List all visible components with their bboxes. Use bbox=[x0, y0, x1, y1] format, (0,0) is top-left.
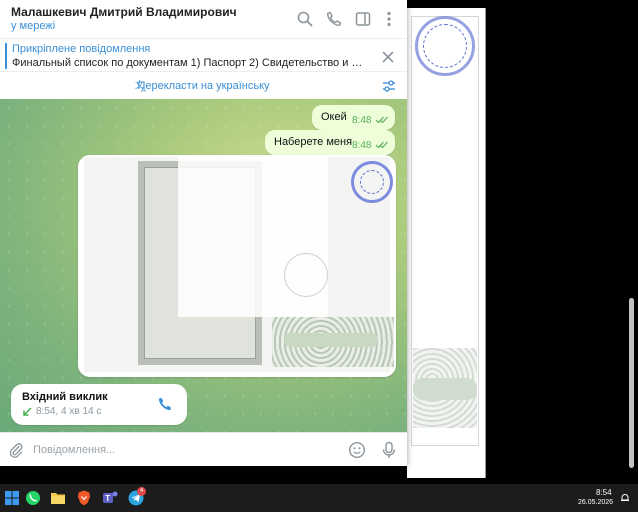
file-explorer-icon[interactable] bbox=[49, 489, 67, 507]
call-details: 8:54, 4 хв 14 с bbox=[36, 406, 102, 417]
clock-date[interactable]: 26.05.2026 bbox=[578, 499, 613, 506]
message-input[interactable] bbox=[33, 440, 333, 460]
call-title: Вхідний виклик bbox=[22, 391, 108, 403]
telegram-window: Малашкевич Дмитрий Владимирович у мережі… bbox=[0, 0, 407, 466]
more-menu-icon[interactable] bbox=[380, 10, 398, 28]
message-text: Окей bbox=[321, 111, 347, 123]
photo-emblem bbox=[284, 253, 328, 297]
windows-start-icon[interactable] bbox=[3, 489, 21, 507]
brave-browser-icon[interactable] bbox=[75, 489, 93, 507]
chat-title[interactable]: Малашкевич Дмитрий Владимирович bbox=[11, 5, 237, 19]
message-text: Наберете меня bbox=[274, 136, 353, 148]
teams-icon[interactable]: T bbox=[101, 489, 119, 507]
photo-stamp-inner bbox=[360, 170, 384, 194]
taskbar: T 4 8:54 26.05.2026 bbox=[0, 484, 638, 512]
viewer-scrollbar[interactable] bbox=[629, 298, 634, 468]
double-check-icon bbox=[375, 116, 388, 124]
document-ornament-band bbox=[413, 378, 477, 400]
attach-icon[interactable] bbox=[8, 442, 24, 458]
whatsapp-icon[interactable] bbox=[24, 489, 42, 507]
message-composer bbox=[0, 432, 407, 466]
translate-settings-icon[interactable] bbox=[382, 79, 396, 93]
message-bubble-outgoing[interactable]: Окей 8:48 bbox=[312, 105, 395, 130]
svg-text:A: A bbox=[141, 87, 146, 92]
pinned-message-bar[interactable]: Прикріплене повідомлення Финальный списо… bbox=[0, 38, 407, 72]
document-photo[interactable] bbox=[84, 157, 394, 372]
double-check-icon bbox=[375, 141, 388, 149]
photo-message[interactable] bbox=[78, 155, 396, 377]
incoming-call-message[interactable]: Вхідний виклик 8:54, 4 хв 14 с bbox=[11, 384, 187, 425]
chat-messages-area[interactable]: Окей 8:48 Наберете меня 8:48 Вхідний вик… bbox=[0, 99, 407, 432]
message-time: 8:48 bbox=[352, 140, 372, 151]
clock-time[interactable]: 8:54 bbox=[596, 488, 612, 497]
pinned-message-title: Прикріплене повідомлення bbox=[12, 43, 151, 55]
microphone-icon[interactable] bbox=[381, 441, 397, 459]
close-icon[interactable] bbox=[380, 49, 396, 65]
chat-header[interactable]: Малашкевич Дмитрий Владимирович у мережі bbox=[0, 0, 407, 38]
notifications-icon[interactable] bbox=[620, 493, 630, 503]
document-stamp-inner bbox=[423, 24, 467, 68]
pinned-message-text: Финальный список по документам 1) Паспор… bbox=[12, 57, 364, 69]
translate-bar: Перекласти на українську 文 A bbox=[0, 72, 407, 99]
phone-icon[interactable] bbox=[157, 396, 173, 412]
telegram-unread-badge: 4 bbox=[137, 487, 146, 496]
sidebar-toggle-icon[interactable] bbox=[354, 10, 372, 28]
translate-icon: 文 A bbox=[135, 79, 146, 92]
incoming-arrow-icon bbox=[23, 407, 32, 416]
chat-status: у мережі bbox=[11, 20, 56, 32]
phone-call-icon[interactable] bbox=[325, 10, 343, 28]
emoji-icon[interactable] bbox=[348, 441, 366, 459]
svg-text:T: T bbox=[105, 494, 110, 503]
translate-button[interactable]: Перекласти на українську bbox=[0, 80, 407, 92]
message-time: 8:48 bbox=[352, 115, 372, 126]
pinned-accent-bar bbox=[5, 43, 7, 69]
document-page-image bbox=[407, 8, 486, 478]
photo-ornament-band bbox=[284, 333, 378, 347]
document-viewer bbox=[407, 0, 638, 484]
message-bubble-outgoing[interactable]: Наберете меня 8:48 bbox=[265, 130, 395, 155]
search-icon[interactable] bbox=[296, 10, 314, 28]
